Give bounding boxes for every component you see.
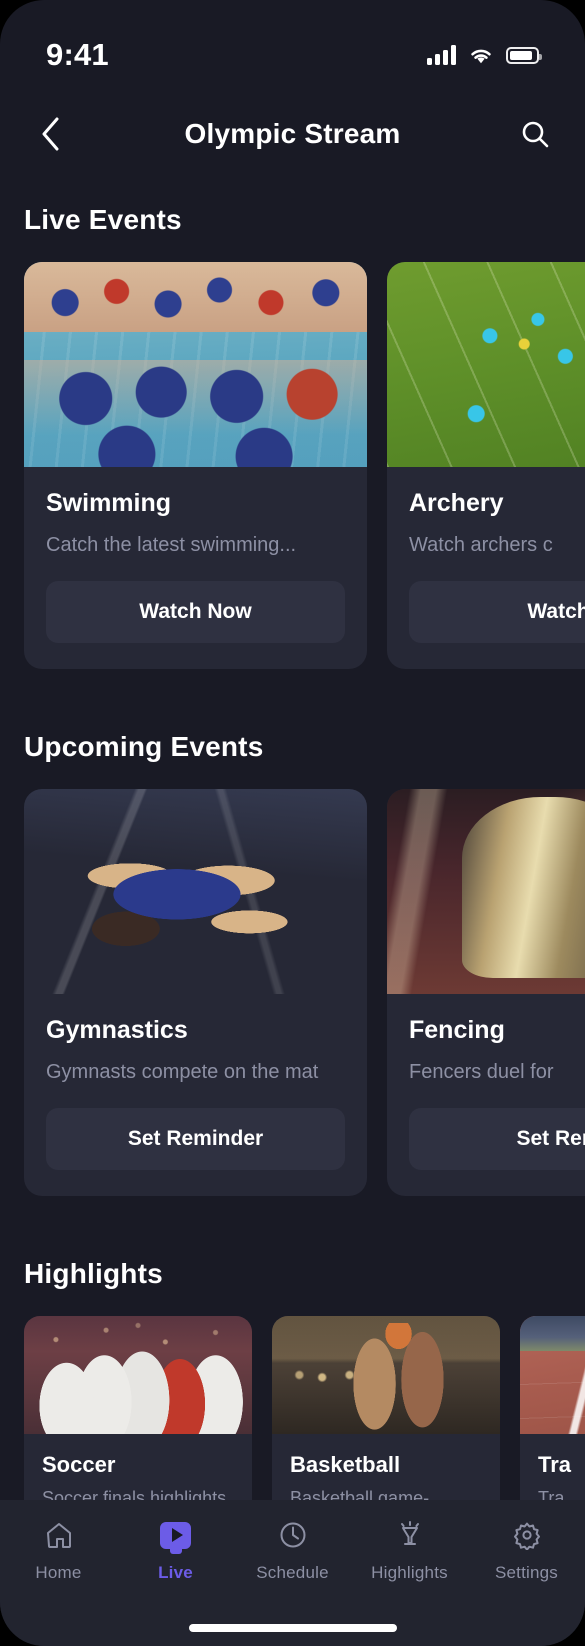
highlight-card-soccer[interactable]: Soccer Soccer finals highlights — [24, 1316, 252, 1531]
status-time: 9:41 — [46, 37, 109, 72]
event-name: Archery — [409, 489, 504, 517]
chevron-left-icon — [42, 117, 59, 151]
set-reminder-button[interactable]: Set Reminder — [46, 1108, 345, 1170]
live-play-icon — [160, 1518, 191, 1552]
section-title-upcoming: Upcoming Events — [24, 731, 264, 762]
tab-live[interactable]: Live — [117, 1518, 234, 1583]
event-description: Catch the latest swimming... — [46, 534, 297, 556]
nav-bar: Olympic Stream — [0, 96, 585, 172]
tab-settings[interactable]: Settings — [468, 1518, 585, 1583]
event-thumbnail-archery — [387, 262, 585, 467]
search-button[interactable] — [511, 110, 559, 158]
event-name: Swimming — [46, 489, 172, 517]
event-card-swimming[interactable]: Swimming Catch the latest swimming... Wa… — [24, 262, 367, 669]
highlight-name: Basketball — [290, 1452, 401, 1477]
highlights-rail[interactable]: Soccer Soccer finals highlights Basketba… — [0, 1316, 585, 1531]
tab-label: Settings — [494, 1563, 559, 1582]
event-card-fencing[interactable]: Fencing Fencers duel for Set Rem — [387, 789, 585, 1196]
highlight-name: Soccer — [42, 1452, 116, 1477]
status-bar: 9:41 — [0, 0, 585, 96]
status-icons — [427, 45, 542, 65]
highlight-name: Tra — [538, 1452, 572, 1477]
watch-now-button[interactable]: Watch Now — [46, 581, 345, 643]
tab-label: Highlights — [371, 1563, 448, 1582]
event-card-archery[interactable]: Archery Watch archers c Watch — [387, 262, 585, 669]
back-button[interactable] — [26, 110, 74, 158]
highlight-thumbnail-soccer — [24, 1316, 252, 1434]
tab-label: Live — [158, 1563, 193, 1582]
clock-icon — [278, 1518, 308, 1552]
gear-icon — [512, 1518, 542, 1552]
event-description: Gymnasts compete on the mat — [46, 1061, 319, 1083]
signal-bars-icon — [427, 45, 456, 65]
tab-highlights[interactable]: Highlights — [351, 1518, 468, 1583]
phone-screen: 9:41 Olympic Stream Live Events Swimming… — [0, 0, 585, 1646]
event-thumbnail-swimming — [24, 262, 367, 467]
event-thumbnail-fencing — [387, 789, 585, 994]
section-title-highlights: Highlights — [24, 1258, 163, 1289]
trophy-icon — [395, 1518, 425, 1552]
bottom-tab-bar: Home Live Schedule Highlights Settings — [0, 1500, 585, 1646]
section-title-live: Live Events — [24, 204, 182, 235]
tab-label: Home — [35, 1563, 82, 1582]
event-card-gymnastics[interactable]: Gymnastics Gymnasts compete on the mat S… — [24, 789, 367, 1196]
scroll-content[interactable]: Live Events Swimming Catch the latest sw… — [0, 172, 585, 1646]
highlight-thumbnail-track — [520, 1316, 585, 1434]
page-title: Olympic Stream — [184, 118, 401, 149]
set-reminder-button[interactable]: Set Rem — [409, 1108, 585, 1170]
home-indicator[interactable] — [188, 1624, 397, 1632]
search-icon — [522, 121, 549, 148]
home-icon — [44, 1518, 74, 1552]
event-description: Watch archers c — [409, 534, 553, 556]
tab-schedule[interactable]: Schedule — [234, 1518, 351, 1583]
tab-home[interactable]: Home — [0, 1518, 117, 1583]
live-events-rail[interactable]: Swimming Catch the latest swimming... Wa… — [0, 262, 585, 669]
battery-icon — [506, 46, 542, 64]
watch-now-button[interactable]: Watch — [409, 581, 585, 643]
tab-label: Schedule — [256, 1563, 329, 1582]
highlight-card-basketball[interactable]: Basketball Basketball game-... — [272, 1316, 500, 1531]
event-description: Fencers duel for — [409, 1061, 554, 1083]
highlight-card-track[interactable]: Tra Tra — [520, 1316, 585, 1531]
wifi-icon — [471, 49, 491, 63]
event-thumbnail-gymnastics — [24, 789, 367, 994]
event-name: Gymnastics — [46, 1016, 188, 1044]
event-name: Fencing — [409, 1016, 505, 1044]
highlight-thumbnail-basketball — [272, 1316, 500, 1434]
upcoming-events-rail[interactable]: Gymnastics Gymnasts compete on the mat S… — [0, 789, 585, 1196]
